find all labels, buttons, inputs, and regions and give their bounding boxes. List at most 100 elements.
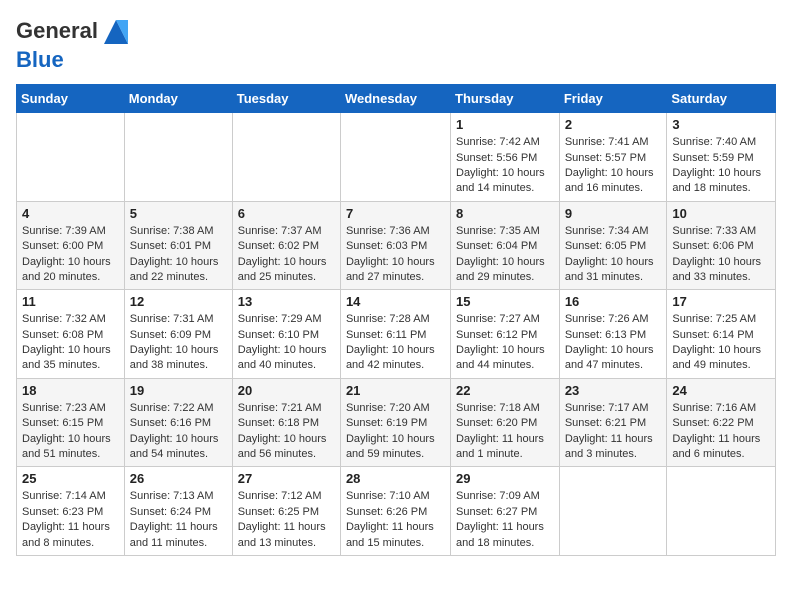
calendar-cell [559,467,667,556]
day-number: 10 [672,206,770,221]
day-number: 18 [22,383,119,398]
calendar-cell: 2 Sunrise: 7:41 AM Sunset: 5:57 PM Daylig… [559,113,667,202]
calendar-cell: 22 Sunrise: 7:18 AM Sunset: 6:20 PM Dayli… [451,378,560,467]
calendar-cell: 19 Sunrise: 7:22 AM Sunset: 6:16 PM Dayli… [124,378,232,467]
day-number: 6 [238,206,335,221]
calendar-cell: 24Sunrise: 7:16 AM Sunset: 6:22 PM Dayli… [667,378,776,467]
calendar-cell [124,113,232,202]
header-monday: Monday [124,85,232,113]
day-info: Sunrise: 7:09 AM Sunset: 6:27 PM Dayligh… [456,489,554,551]
day-info: Sunrise: 7:25 AM Sunset: 6:14 PM Dayligh… [672,312,770,374]
calendar-cell: 4Sunrise: 7:39 AM Sunset: 6:00 PM Daylig… [17,201,125,290]
header-saturday: Saturday [667,85,776,113]
day-number: 19 [130,383,227,398]
day-number: 12 [130,294,227,309]
day-info: Sunrise: 7:40 AM Sunset: 5:59 PM Dayligh… [672,135,770,197]
day-number: 13 [238,294,335,309]
calendar-week-row: 25Sunrise: 7:14 AM Sunset: 6:23 PM Dayli… [17,467,776,556]
calendar-cell: 1 Sunrise: 7:42 AM Sunset: 5:56 PM Daylig… [451,113,560,202]
day-info: Sunrise: 7:42 AM Sunset: 5:56 PM Dayligh… [456,135,554,197]
calendar-cell: 21 Sunrise: 7:20 AM Sunset: 6:19 PM Dayli… [340,378,450,467]
logo-blue-text: Blue [16,47,64,72]
header-sunday: Sunday [17,85,125,113]
calendar-cell: 27Sunrise: 7:12 AM Sunset: 6:25 PM Dayli… [232,467,340,556]
calendar-cell [17,113,125,202]
calendar-cell: 28 Sunrise: 7:10 AM Sunset: 6:26 PM Dayli… [340,467,450,556]
day-info: Sunrise: 7:41 AM Sunset: 5:57 PM Dayligh… [565,135,662,197]
day-info: Sunrise: 7:26 AM Sunset: 6:13 PM Dayligh… [565,312,662,374]
calendar-week-row: 11 Sunrise: 7:32 AM Sunset: 6:08 PM Dayli… [17,290,776,379]
calendar-cell: 3 Sunrise: 7:40 AM Sunset: 5:59 PM Daylig… [667,113,776,202]
day-number: 3 [672,117,770,132]
day-info: Sunrise: 7:36 AM Sunset: 6:03 PM Dayligh… [346,224,445,286]
calendar-cell: 20Sunrise: 7:21 AM Sunset: 6:18 PM Dayli… [232,378,340,467]
calendar-cell: 17 Sunrise: 7:25 AM Sunset: 6:14 PM Dayli… [667,290,776,379]
calendar-cell: 26 Sunrise: 7:13 AM Sunset: 6:24 PM Dayli… [124,467,232,556]
calendar-cell: 14 Sunrise: 7:28 AM Sunset: 6:11 PM Dayli… [340,290,450,379]
calendar-cell: 5 Sunrise: 7:38 AM Sunset: 6:01 PM Daylig… [124,201,232,290]
calendar-cell: 16 Sunrise: 7:26 AM Sunset: 6:13 PM Dayli… [559,290,667,379]
day-number: 21 [346,383,445,398]
day-number: 15 [456,294,554,309]
day-info: Sunrise: 7:14 AM Sunset: 6:23 PM Dayligh… [22,489,119,551]
day-number: 16 [565,294,662,309]
calendar-cell: 9 Sunrise: 7:34 AM Sunset: 6:05 PM Daylig… [559,201,667,290]
day-info: Sunrise: 7:17 AM Sunset: 6:21 PM Dayligh… [565,401,662,463]
day-info: Sunrise: 7:34 AM Sunset: 6:05 PM Dayligh… [565,224,662,286]
day-info: Sunrise: 7:23 AM Sunset: 6:15 PM Dayligh… [22,401,119,463]
calendar-cell: 25Sunrise: 7:14 AM Sunset: 6:23 PM Dayli… [17,467,125,556]
day-number: 11 [22,294,119,309]
day-info: Sunrise: 7:18 AM Sunset: 6:20 PM Dayligh… [456,401,554,463]
day-info: Sunrise: 7:37 AM Sunset: 6:02 PM Dayligh… [238,224,335,286]
day-number: 8 [456,206,554,221]
day-number: 28 [346,471,445,486]
day-number: 1 [456,117,554,132]
day-number: 29 [456,471,554,486]
day-number: 2 [565,117,662,132]
day-number: 5 [130,206,227,221]
day-info: Sunrise: 7:33 AM Sunset: 6:06 PM Dayligh… [672,224,770,286]
day-info: Sunrise: 7:27 AM Sunset: 6:12 PM Dayligh… [456,312,554,374]
calendar-cell: 15 Sunrise: 7:27 AM Sunset: 6:12 PM Dayli… [451,290,560,379]
day-info: Sunrise: 7:31 AM Sunset: 6:09 PM Dayligh… [130,312,227,374]
day-number: 23 [565,383,662,398]
day-info: Sunrise: 7:35 AM Sunset: 6:04 PM Dayligh… [456,224,554,286]
day-number: 26 [130,471,227,486]
day-number: 24 [672,383,770,398]
calendar-week-row: 1 Sunrise: 7:42 AM Sunset: 5:56 PM Daylig… [17,113,776,202]
calendar-cell: 11 Sunrise: 7:32 AM Sunset: 6:08 PM Dayli… [17,290,125,379]
page-header: General Blue [16,16,776,72]
day-info: Sunrise: 7:12 AM Sunset: 6:25 PM Dayligh… [238,489,335,551]
calendar-week-row: 18 Sunrise: 7:23 AM Sunset: 6:15 PM Dayli… [17,378,776,467]
day-info: Sunrise: 7:21 AM Sunset: 6:18 PM Dayligh… [238,401,335,463]
calendar-week-row: 4Sunrise: 7:39 AM Sunset: 6:00 PM Daylig… [17,201,776,290]
day-info: Sunrise: 7:13 AM Sunset: 6:24 PM Dayligh… [130,489,227,551]
logo-icon [100,16,132,48]
calendar-cell [232,113,340,202]
calendar-cell: 29 Sunrise: 7:09 AM Sunset: 6:27 PM Dayli… [451,467,560,556]
calendar-cell: 6 Sunrise: 7:37 AM Sunset: 6:02 PM Daylig… [232,201,340,290]
calendar-cell [667,467,776,556]
day-number: 22 [456,383,554,398]
day-number: 9 [565,206,662,221]
header-friday: Friday [559,85,667,113]
day-info: Sunrise: 7:38 AM Sunset: 6:01 PM Dayligh… [130,224,227,286]
day-info: Sunrise: 7:39 AM Sunset: 6:00 PM Dayligh… [22,224,119,286]
day-info: Sunrise: 7:32 AM Sunset: 6:08 PM Dayligh… [22,312,119,374]
day-info: Sunrise: 7:29 AM Sunset: 6:10 PM Dayligh… [238,312,335,374]
calendar-cell: 18 Sunrise: 7:23 AM Sunset: 6:15 PM Dayli… [17,378,125,467]
calendar-cell: 12 Sunrise: 7:31 AM Sunset: 6:09 PM Dayli… [124,290,232,379]
header-wednesday: Wednesday [340,85,450,113]
day-number: 17 [672,294,770,309]
day-info: Sunrise: 7:22 AM Sunset: 6:16 PM Dayligh… [130,401,227,463]
calendar-cell: 13 Sunrise: 7:29 AM Sunset: 6:10 PM Dayli… [232,290,340,379]
calendar-table: SundayMondayTuesdayWednesdayThursdayFrid… [16,84,776,556]
day-number: 7 [346,206,445,221]
day-number: 14 [346,294,445,309]
day-info: Sunrise: 7:20 AM Sunset: 6:19 PM Dayligh… [346,401,445,463]
header-tuesday: Tuesday [232,85,340,113]
logo-general-text: General [16,18,98,43]
day-info: Sunrise: 7:10 AM Sunset: 6:26 PM Dayligh… [346,489,445,551]
logo: General Blue [16,16,132,72]
day-info: Sunrise: 7:28 AM Sunset: 6:11 PM Dayligh… [346,312,445,374]
